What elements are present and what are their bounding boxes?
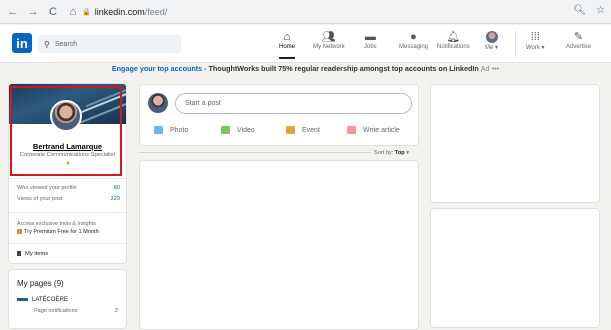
- linkedin-header: in ⚲ Search ⌂ Home 👥︎ My Network ▬ Jobs …: [0, 25, 611, 63]
- post-views-row[interactable]: Views of your post 229: [17, 196, 120, 202]
- search-input[interactable]: ⚲ Search: [38, 35, 181, 53]
- advertise-icon: ✎: [573, 31, 584, 43]
- profile-viewers-label: Who viewed your profile: [17, 185, 77, 191]
- sort-divider: [139, 152, 371, 153]
- page-name: LATÉCOÈRE: [32, 297, 68, 303]
- write-article-button[interactable]: Write article: [347, 126, 400, 134]
- nav-network-label: My Network: [313, 44, 345, 50]
- my-pages-title[interactable]: My pages (9): [17, 279, 64, 288]
- video-icon: [221, 126, 230, 134]
- nav-home[interactable]: ⌂ Home: [279, 30, 296, 59]
- post-views-count: 229: [110, 196, 120, 202]
- page-logo: [17, 297, 28, 301]
- linkedin-logo[interactable]: in: [12, 33, 32, 53]
- ad-label: Ad: [480, 64, 490, 73]
- me-avatar: [485, 31, 498, 43]
- premium-trial-link[interactable]: Try Premium Free for 1 Month: [17, 229, 99, 235]
- nav-advertise[interactable]: ✎ Advertise: [566, 30, 591, 50]
- search-placeholder: Search: [54, 40, 78, 48]
- nav-my-network[interactable]: 👥︎ My Network: [313, 30, 345, 50]
- event-icon: [286, 126, 295, 134]
- start-post-button[interactable]: Start a post: [175, 93, 412, 114]
- event-label: Event: [302, 126, 320, 134]
- bell-icon: 🔔︎: [446, 31, 461, 43]
- banner-text: - ThoughtWorks built 75% regular readers…: [202, 64, 479, 73]
- reload-icon[interactable]: C: [46, 5, 60, 19]
- nav-work-label: Work ▾: [526, 45, 545, 51]
- profile-viewers-count: 80: [113, 185, 120, 191]
- briefcase-icon: ▬: [364, 31, 376, 43]
- network-icon: 👥︎: [321, 31, 336, 43]
- photo-icon: [154, 126, 163, 134]
- more-options-icon[interactable]: •••: [492, 64, 500, 73]
- back-icon[interactable]: ←: [6, 5, 20, 19]
- profile-viewers-row[interactable]: Who viewed your profile 80: [17, 185, 120, 191]
- nav-notifications-label: Notifications: [437, 44, 470, 50]
- nav-notifications[interactable]: 🔔︎ Notifications: [437, 30, 470, 50]
- sort-by-value: Top: [394, 150, 405, 156]
- url-path: /feed/: [144, 7, 168, 17]
- sort-by-label: Sort by:: [374, 150, 394, 156]
- premium-icon: [17, 229, 22, 235]
- page-notifications-label: Page notifications: [34, 308, 78, 314]
- photo-button[interactable]: Photo: [154, 126, 188, 134]
- nav-me-label: Me ▾: [485, 45, 499, 51]
- forward-icon[interactable]: →: [26, 5, 40, 19]
- article-icon: [347, 126, 356, 134]
- nav-messaging-label: Messaging: [399, 44, 429, 50]
- page-item[interactable]: LATÉCOÈRE: [17, 297, 68, 303]
- my-items-label: My items: [25, 251, 49, 258]
- sort-by-dropdown[interactable]: Sort by: Top ▾: [374, 150, 409, 156]
- bookmark-star-icon[interactable]: ☆: [596, 5, 605, 16]
- page-notifications-count[interactable]: 2: [115, 308, 118, 314]
- nav-work[interactable]: ⁞⁞⁞ Work ▾: [526, 30, 545, 51]
- nav-jobs-label: Jobs: [364, 44, 377, 50]
- header-divider: [515, 31, 516, 57]
- nav-advertise-label: Advertise: [566, 44, 592, 50]
- write-article-label: Write article: [363, 126, 400, 134]
- event-button[interactable]: Event: [286, 126, 320, 134]
- right-rail-card: [430, 84, 600, 203]
- video-button[interactable]: Video: [221, 126, 255, 134]
- photo-label: Photo: [170, 126, 189, 134]
- post-avatar: [148, 93, 168, 113]
- bookmark-icon: [17, 251, 21, 256]
- browser-toolbar: ← → C ⌂ 🔒 linkedin.com/feed/ 🔍︎ ☆: [0, 0, 611, 24]
- url-host: linkedin.com: [94, 7, 145, 17]
- message-icon: ●: [410, 31, 417, 43]
- nav-me[interactable]: Me ▾: [485, 30, 498, 51]
- profile-highlight-box: [10, 86, 122, 176]
- address-bar[interactable]: 🔒 linkedin.com/feed/: [82, 4, 582, 20]
- feed-post-card: [139, 160, 419, 330]
- search-icon: ⚲: [44, 39, 50, 49]
- premium-promo-text: Access exclusive tools & insights: [17, 221, 96, 227]
- home-icon: ⌂: [283, 31, 291, 43]
- premium-trial-label: Try Premium Free for 1 Month: [24, 229, 99, 235]
- share-box: Start a post Photo Video Event Write art…: [139, 84, 419, 146]
- my-items-link[interactable]: My items: [17, 251, 48, 257]
- grid-icon: ⁞⁞⁞: [530, 31, 540, 43]
- banner-highlight[interactable]: Engage your top accounts: [112, 64, 202, 73]
- zoom-icon[interactable]: 🔍︎: [573, 5, 586, 16]
- my-pages-card: My pages (9) LATÉCOÈRE Page notification…: [8, 269, 127, 329]
- ad-banner[interactable]: Engage your top accounts - ThoughtWorks …: [0, 64, 611, 78]
- right-rail-card: [430, 208, 600, 328]
- lock-icon: 🔒: [82, 9, 91, 16]
- post-views-label: Views of your post: [17, 196, 63, 202]
- nav-home-label: Home: [279, 44, 296, 50]
- nav-jobs[interactable]: ▬ Jobs: [364, 30, 377, 50]
- caret-down-icon: ▾: [406, 150, 410, 156]
- nav-messaging[interactable]: ● Messaging: [399, 30, 428, 50]
- home-icon[interactable]: ⌂: [66, 5, 80, 19]
- video-label: Video: [237, 126, 255, 134]
